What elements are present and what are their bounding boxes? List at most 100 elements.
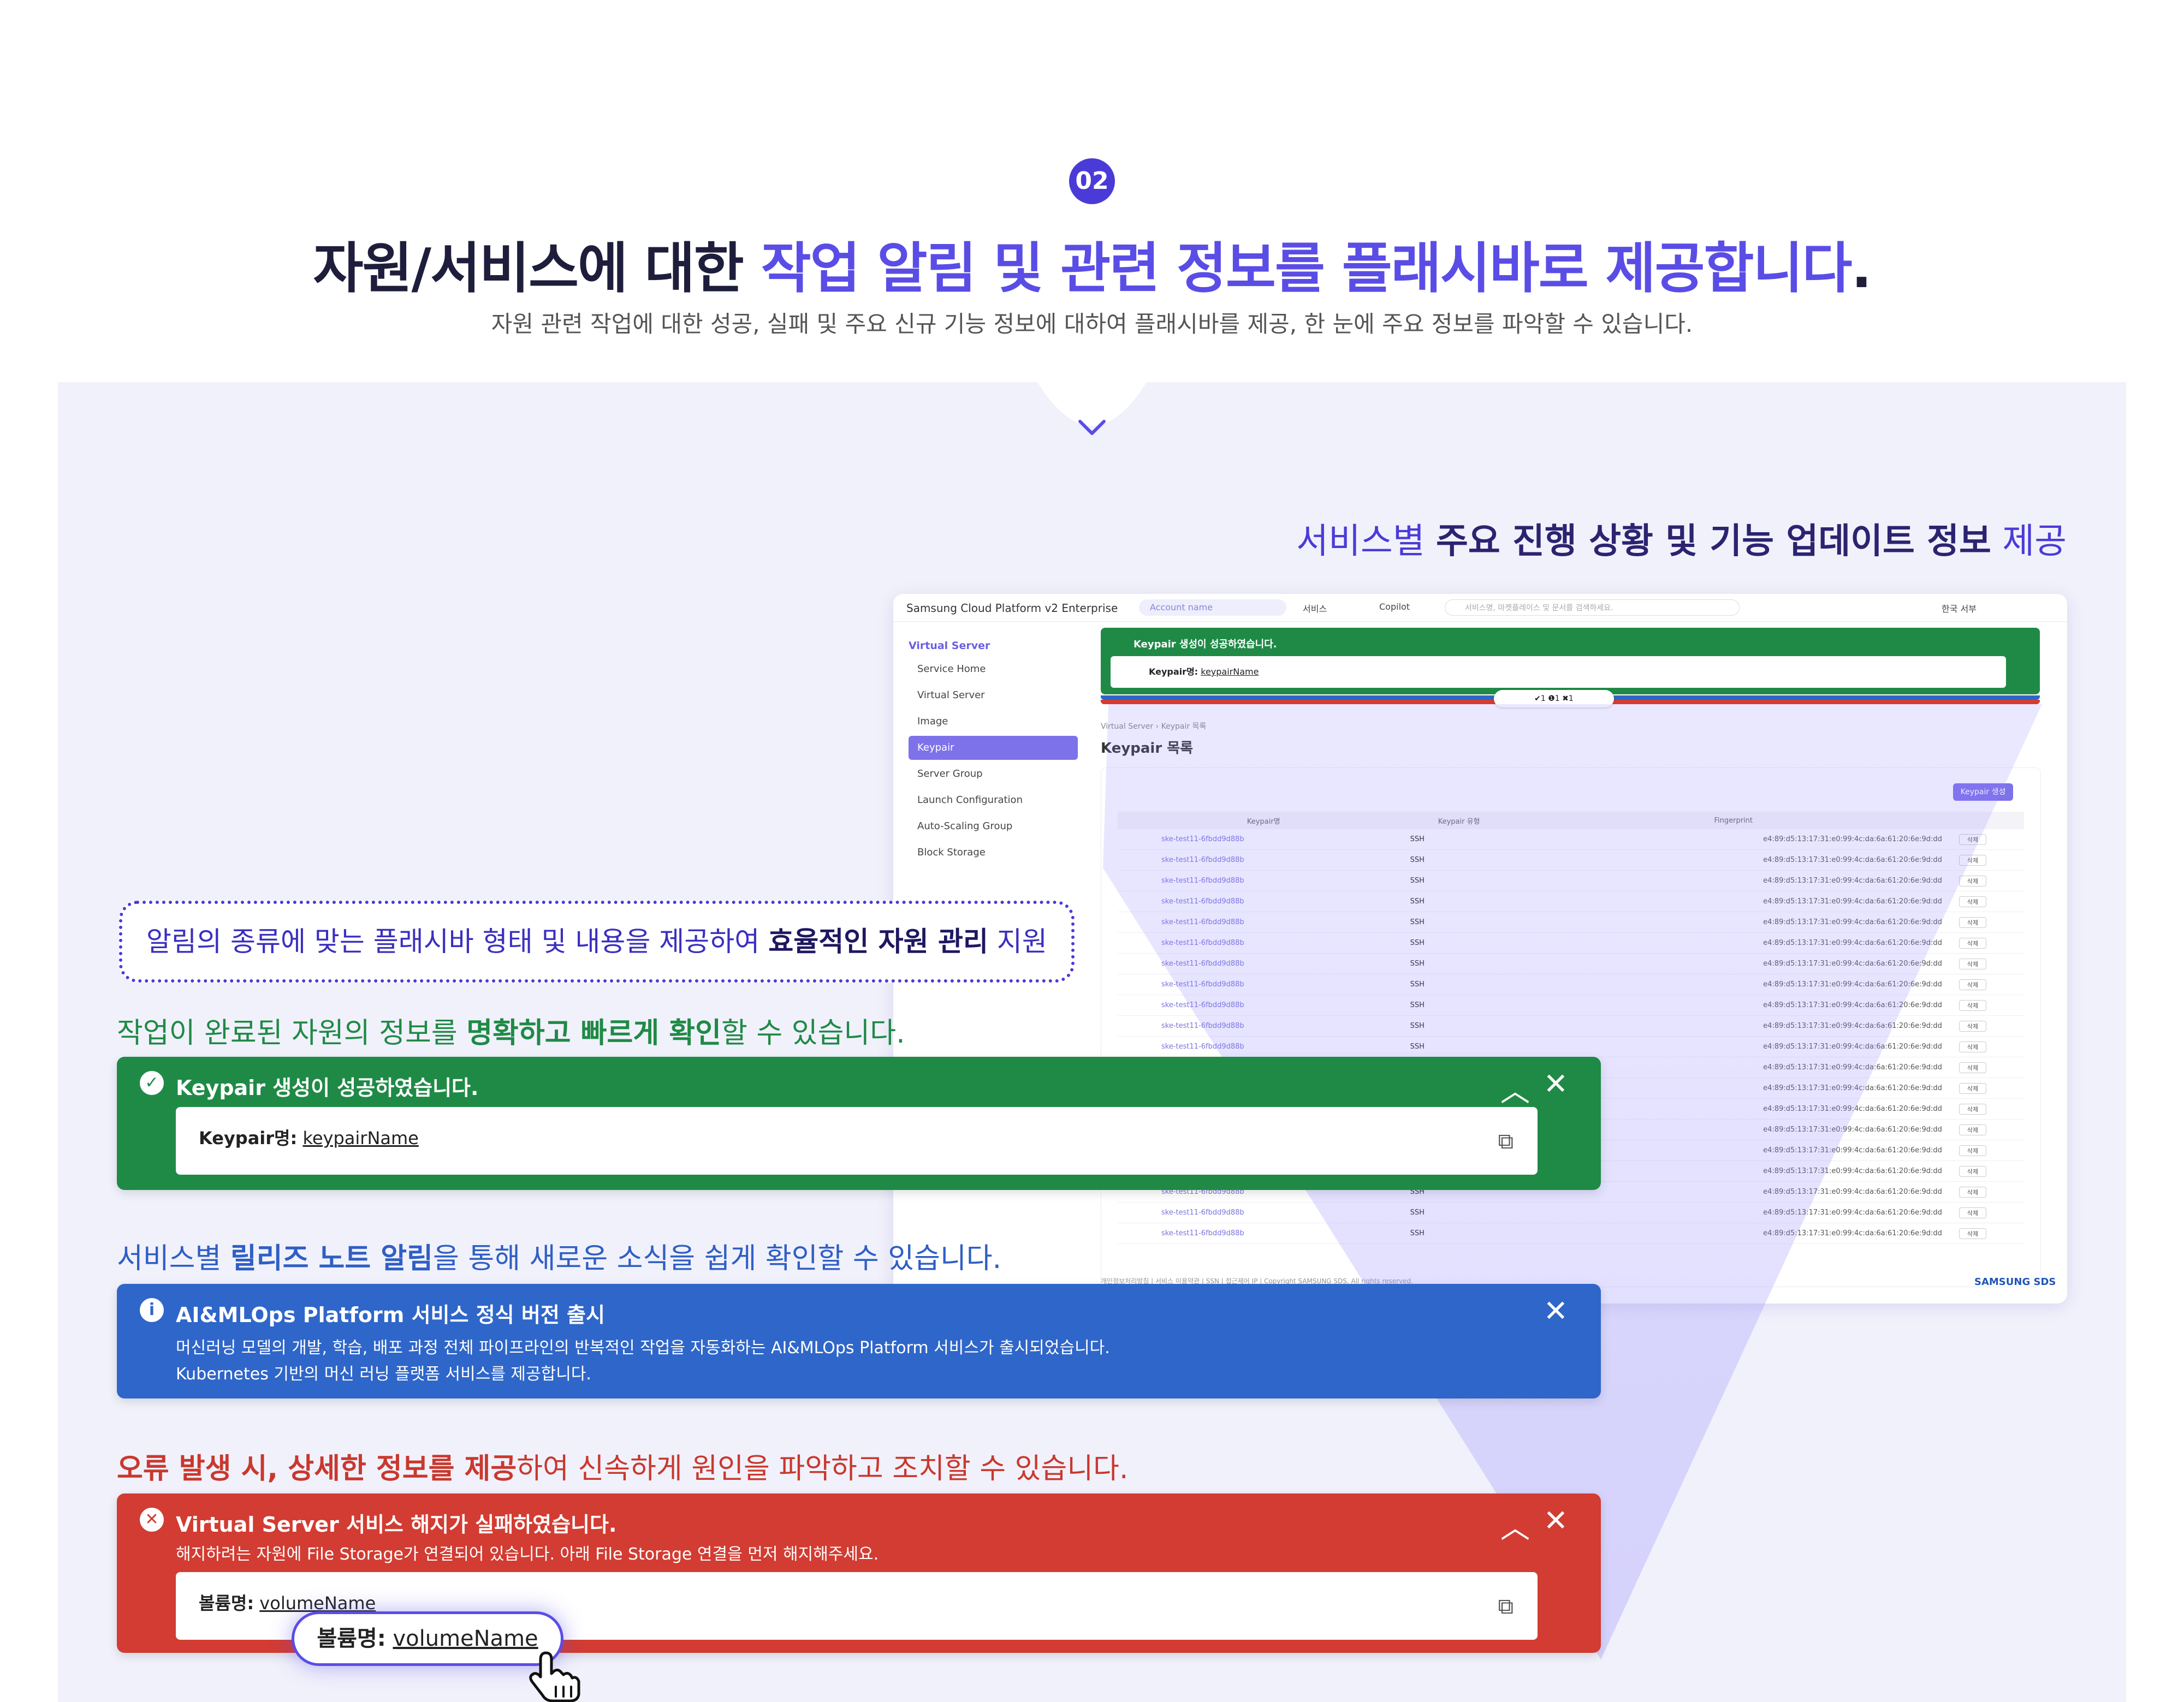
table-row[interactable]: ske-test11-6fbdd9d88bSSHe4:89:d5:13:17:3… xyxy=(1118,995,2024,1016)
table-row[interactable]: ske-test11-6fbdd9d88bSSHe4:89:d5:13:17:3… xyxy=(1118,1223,2024,1244)
keypair-name-cell: ske-test11-6fbdd9d88b xyxy=(1118,1223,1410,1244)
caption-error: 오류 발생 시, 상세한 정보를 제공하여 신속하게 원인을 파악하고 조치할 … xyxy=(117,1445,1129,1486)
delete-button[interactable]: 삭제 xyxy=(1959,1186,1987,1198)
delete-button[interactable]: 삭제 xyxy=(1959,1020,1987,1032)
chevron-up-icon[interactable]: ︿ xyxy=(1500,1503,1530,1546)
copy-icon[interactable]: ⧉ xyxy=(1498,1594,1514,1619)
sidebar-item[interactable]: Image xyxy=(909,710,1078,734)
keypair-name-cell: ske-test11-6fbdd9d88b xyxy=(1118,932,1410,954)
keypair-name-cell: ske-test11-6fbdd9d88b xyxy=(1118,995,1410,1016)
delete-button[interactable]: 삭제 xyxy=(1959,834,1987,845)
row-action-cell: 삭제 xyxy=(1958,829,2024,850)
table-row[interactable]: ske-test11-6fbdd9d88bSSHe4:89:d5:13:17:3… xyxy=(1118,953,2024,974)
close-icon[interactable]: ✕ xyxy=(1544,1294,1568,1328)
delete-button[interactable]: 삭제 xyxy=(1959,958,1987,969)
console-logo[interactable]: Samsung Cloud Platform v2 Enterprise xyxy=(906,602,1118,615)
headline-plain: 자원/서비스에 대한 xyxy=(313,236,761,300)
row-action-cell: 삭제 xyxy=(1958,1223,2024,1244)
sidebar-item[interactable]: Auto-Scaling Group xyxy=(909,814,1078,838)
sidebar-item[interactable]: Keypair xyxy=(909,736,1078,760)
console-flash-value[interactable]: keypairName xyxy=(1201,666,1259,677)
column-header[interactable]: Keypair 유형 xyxy=(1409,812,1509,829)
console-search-input[interactable]: 서비스명, 마켓플레이스 및 문서를 검색하세요. xyxy=(1445,599,1740,616)
column-header[interactable]: Keypair명 xyxy=(1118,812,1410,829)
keypair-name-cell: ske-test11-6fbdd9d88b xyxy=(1118,829,1410,850)
caption-success-post: 할 수 있습니다. xyxy=(721,1017,905,1050)
table-row[interactable]: ske-test11-6fbdd9d88bSSHe4:89:d5:13:17:3… xyxy=(1118,912,2024,933)
row-action-cell: 삭제 xyxy=(1958,891,2024,912)
sidebar-item[interactable]: Virtual Server xyxy=(909,683,1078,707)
keypair-name-cell: ske-test11-6fbdd9d88b xyxy=(1118,891,1410,912)
table-row[interactable]: ske-test11-6fbdd9d88bSSHe4:89:d5:13:17:3… xyxy=(1118,891,2024,912)
delete-button[interactable]: 삭제 xyxy=(1959,1103,1987,1115)
table-row[interactable]: ske-test11-6fbdd9d88bSSHe4:89:d5:13:17:3… xyxy=(1118,932,2024,954)
row-action-cell: 삭제 xyxy=(1958,1078,2024,1099)
headline-highlight: 작업 알림 및 관련 정보를 플래시바로 제공합니다 xyxy=(761,236,1853,300)
keypair-table-card: Keypair 생성 Keypair명 Keypair 유형 Fingerprint… xyxy=(1101,767,2041,1287)
delete-button[interactable]: 삭제 xyxy=(1959,1041,1987,1052)
close-icon[interactable]: ✕ xyxy=(1544,1503,1568,1538)
table-row[interactable]: ske-test11-6fbdd9d88bSSHe4:89:d5:13:17:3… xyxy=(1118,849,2024,871)
fingerprint-cell: e4:89:d5:13:17:31:e0:99:4c:da:6a:61:20:6… xyxy=(1508,974,1959,995)
copy-icon[interactable]: ⧉ xyxy=(1498,1129,1514,1154)
table-row[interactable]: ske-test11-6fbdd9d88bSSHe4:89:d5:13:17:3… xyxy=(1118,1015,2024,1037)
breadcrumb[interactable]: Virtual Server › Keypair 목록 xyxy=(1101,721,1206,731)
delete-button[interactable]: 삭제 xyxy=(1959,875,1987,886)
delete-button[interactable]: 삭제 xyxy=(1959,917,1987,928)
caption-release: 서비스별 릴리즈 노트 알림을 통해 새로운 소식을 쉽게 확인할 수 있습니다… xyxy=(117,1235,1001,1276)
table-row[interactable]: ske-test11-6fbdd9d88bSSHe4:89:d5:13:17:3… xyxy=(1118,974,2024,995)
delete-button[interactable]: 삭제 xyxy=(1959,1207,1987,1218)
console-flash-box: Keypair명: keypairName xyxy=(1111,656,2006,688)
delete-button[interactable]: 삭제 xyxy=(1959,1165,1987,1177)
delete-button[interactable]: 삭제 xyxy=(1959,1124,1987,1135)
chevron-up-icon[interactable]: ︿ xyxy=(1500,1067,1530,1110)
table-row[interactable]: ske-test11-6fbdd9d88bSSHe4:89:d5:13:17:3… xyxy=(1118,1036,2024,1057)
sidebar-item[interactable]: Service Home xyxy=(909,657,1078,681)
delete-button[interactable]: 삭제 xyxy=(1959,1228,1987,1239)
keypair-name-cell: ske-test11-6fbdd9d88b xyxy=(1118,912,1410,933)
volume-name-link[interactable]: volumeName xyxy=(259,1593,376,1614)
delete-button[interactable]: 삭제 xyxy=(1959,999,1987,1011)
flash-success: ✓ Keypair 생성이 성공하였습니다. ︿ ✕ Keypair명: key… xyxy=(117,1057,1601,1190)
delete-button[interactable]: 삭제 xyxy=(1959,937,1987,949)
delete-button[interactable]: 삭제 xyxy=(1959,896,1987,907)
sidebar-item[interactable]: Block Storage xyxy=(909,841,1078,865)
delete-button[interactable]: 삭제 xyxy=(1959,1145,1987,1156)
region-selector[interactable]: 한국 서부 xyxy=(1942,602,1977,615)
flash-counter[interactable]: ✔1 ❶1 ✖1 xyxy=(1494,690,1614,707)
delete-button[interactable]: 삭제 xyxy=(1959,1082,1987,1094)
delete-button[interactable]: 삭제 xyxy=(1959,1062,1987,1073)
flash-success-detail: Keypair명: keypairName ⧉ xyxy=(176,1107,1538,1175)
section-headline: 자원/서비스에 대한 작업 알림 및 관련 정보를 플래시바로 제공합니다. xyxy=(0,224,2184,303)
page-title: Keypair 목록 xyxy=(1101,740,1194,757)
sidebar-title[interactable]: Virtual Server xyxy=(909,640,990,652)
services-menu[interactable]: 서비스 xyxy=(1303,602,1327,615)
keypair-name-cell: ske-test11-6fbdd9d88b xyxy=(1118,1202,1410,1223)
table-row[interactable]: ske-test11-6fbdd9d88bSSHe4:89:d5:13:17:3… xyxy=(1118,1202,2024,1223)
account-selector[interactable]: Account name xyxy=(1139,599,1286,616)
table-row[interactable]: ske-test11-6fbdd9d88bSSHe4:89:d5:13:17:3… xyxy=(1118,829,2024,850)
sidebar-item[interactable]: Server Group xyxy=(909,762,1078,786)
keypair-type-cell: SSH xyxy=(1409,849,1509,871)
feature-summary-box: 알림의 종류에 맞는 플래시바 형태 및 내용을 제공하여 효율적인 자원 관리… xyxy=(119,901,1075,983)
caption-success-pre: 작업이 완료된 자원의 정보를 xyxy=(117,1017,467,1050)
create-keypair-button[interactable]: Keypair 생성 xyxy=(1953,783,2013,801)
caption-error-post: 하여 신속하게 원인을 파악하고 조치할 수 있습니다. xyxy=(517,1453,1129,1485)
flash-success-field: Keypair명: keypairName xyxy=(199,1124,419,1150)
copilot-button[interactable]: Copilot xyxy=(1379,602,1410,612)
keypair-type-cell: SSH xyxy=(1409,1036,1509,1057)
delete-button[interactable]: 삭제 xyxy=(1959,854,1987,866)
column-header[interactable] xyxy=(1958,812,2024,829)
sidebar-item[interactable]: Launch Configuration xyxy=(909,788,1078,812)
summary-pre: 알림의 종류에 맞는 플래시바 형태 및 내용을 제공하여 xyxy=(146,926,769,957)
close-icon[interactable]: ✕ xyxy=(1544,1067,1568,1101)
keypair-name-link[interactable]: keypairName xyxy=(302,1128,418,1148)
keypair-label: Keypair명: xyxy=(199,1128,298,1148)
keypair-name-cell: ske-test11-6fbdd9d88b xyxy=(1118,1036,1410,1057)
delete-button[interactable]: 삭제 xyxy=(1959,979,1987,990)
row-action-cell: 삭제 xyxy=(1958,1098,2024,1120)
caption-success-bold: 명확하고 빠르게 확인 xyxy=(466,1017,721,1050)
row-action-cell: 삭제 xyxy=(1958,1036,2024,1057)
table-row[interactable]: ske-test11-6fbdd9d88bSSHe4:89:d5:13:17:3… xyxy=(1118,870,2024,891)
column-header[interactable]: Fingerprint xyxy=(1508,812,1959,829)
